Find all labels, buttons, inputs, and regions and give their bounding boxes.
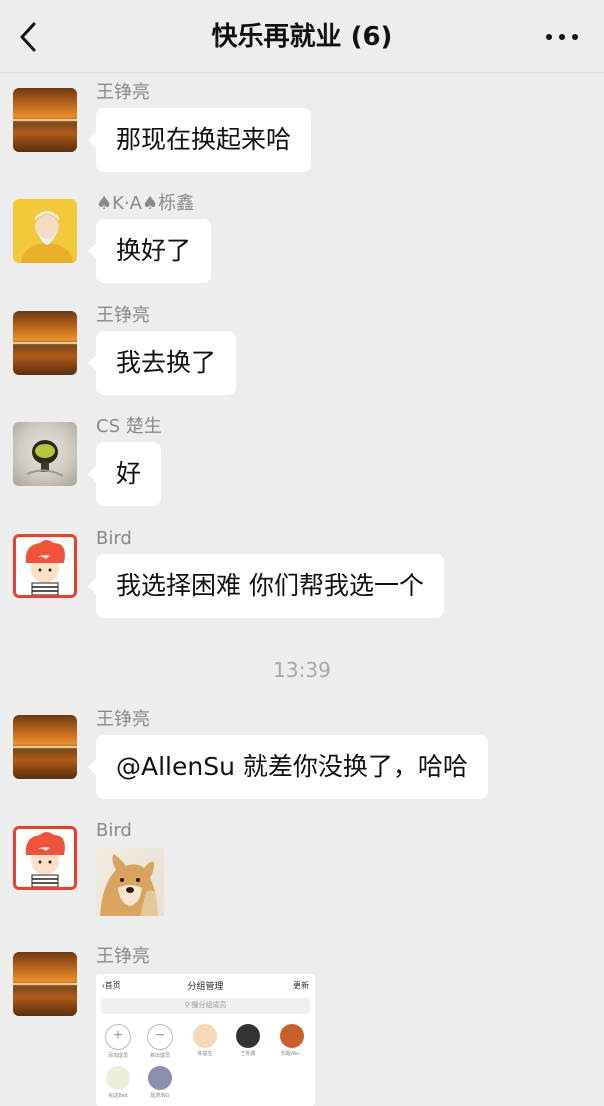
avatar[interactable] <box>13 422 77 486</box>
screenshot-member: − 移出成员 <box>145 1024 175 1059</box>
message-bubble[interactable]: 那现在换起来哈 <box>87 108 312 172</box>
screenshot-title: 分组管理 <box>187 981 224 991</box>
chat-header: 快乐再就业 (6) <box>0 0 604 73</box>
avatar[interactable] <box>13 88 77 152</box>
screenshot-member: 陈楚生 <box>190 1024 220 1057</box>
sender-name: 王铮亮 <box>96 82 150 103</box>
sender-name: ♠K·A♠栎鑫 <box>96 193 195 214</box>
avatar[interactable] <box>13 534 77 598</box>
avatar[interactable] <box>13 952 77 1016</box>
timestamp: 13:39 <box>273 658 331 682</box>
avatar[interactable] <box>13 199 77 263</box>
sender-name: 王铮亮 <box>96 709 150 730</box>
screenshot-member: + 添加成员 <box>103 1024 133 1059</box>
doge-sticker-image[interactable] <box>96 848 164 916</box>
message-bubble[interactable]: 好 <box>87 442 162 506</box>
screenshot-member: 陆虎/NG <box>145 1066 175 1099</box>
avatar[interactable] <box>13 715 77 779</box>
message-bubble[interactable]: 换好了 <box>87 219 212 283</box>
screenshot-search: ⚲ 搜分组成员 <box>101 998 310 1014</box>
sender-name: Bird <box>96 528 132 549</box>
screenshot-member: 苏醒Alle... <box>277 1024 307 1057</box>
message-bubble[interactable]: @AllenSu 就差你没换了，哈哈 <box>88 735 488 799</box>
screenshot-member: 就这Bird <box>103 1066 133 1099</box>
sender-name: 王铮亮 <box>96 305 150 326</box>
sender-name: CS 楚生 <box>96 416 162 437</box>
more-options-icon[interactable] <box>546 34 578 42</box>
sender-name: Bird <box>96 820 132 841</box>
message-bubble[interactable]: 我选择困难 你们帮我选一个 <box>88 554 444 618</box>
screenshot-image[interactable]: ‹首页 分组管理 更新 ⚲ 搜分组成员 + 添加成员 − 移出成员 陈楚生 王栎… <box>96 974 315 1106</box>
chat-title: 快乐再就业 (6) <box>211 22 393 52</box>
message-bubble[interactable]: 我去换了 <box>87 331 237 395</box>
avatar[interactable] <box>13 311 77 375</box>
screenshot-member: 王栎鑫 <box>233 1024 263 1057</box>
sender-name: 王铮亮 <box>96 946 150 967</box>
avatar[interactable] <box>13 826 77 890</box>
screenshot-update: 更新 <box>293 981 309 990</box>
